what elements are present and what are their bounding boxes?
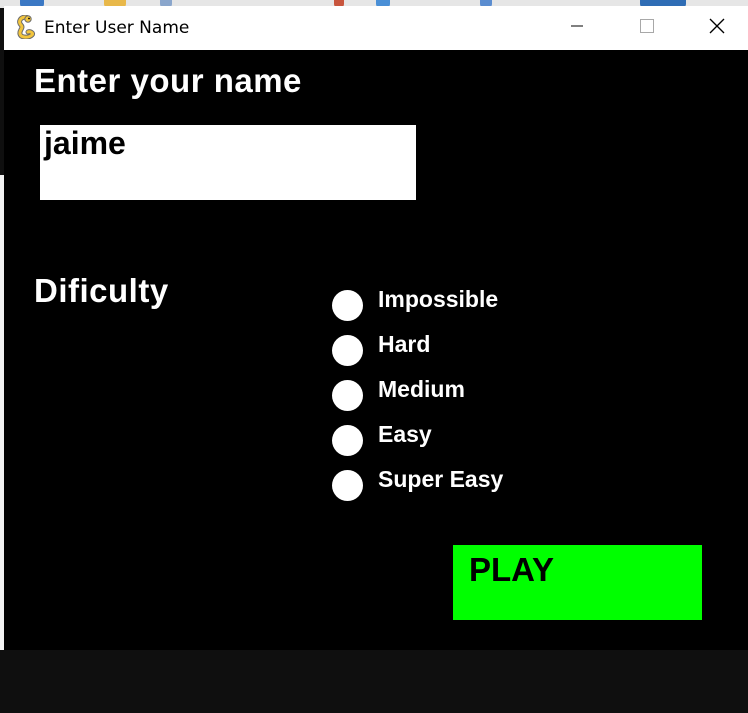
title-bar[interactable]: Enter User Name — [4, 6, 748, 50]
name-heading: Enter your name — [34, 62, 302, 99]
radio-button[interactable] — [332, 470, 363, 501]
maximize-icon — [640, 18, 654, 38]
close-button[interactable] — [694, 6, 740, 50]
close-icon — [709, 18, 725, 39]
radio-button[interactable] — [332, 335, 363, 366]
play-button[interactable]: PLAY — [453, 545, 702, 620]
app-window: Enter User Name Enter your name jaime Di — [4, 6, 748, 650]
minimize-icon — [571, 19, 583, 37]
option-label: Impossible — [378, 286, 499, 312]
window-title: Enter User Name — [44, 18, 190, 38]
option-label: Hard — [378, 331, 431, 357]
desktop: Enter User Name Enter your name jaime Di — [0, 0, 748, 713]
option-label: Super Easy — [378, 466, 504, 492]
name-input[interactable]: jaime — [40, 125, 416, 200]
pygame-snake-icon — [15, 14, 37, 40]
maximize-button[interactable] — [624, 6, 670, 50]
option-label: Medium — [378, 376, 465, 402]
radio-button[interactable] — [332, 290, 363, 321]
difficulty-heading: Dificulty — [34, 272, 169, 309]
minimize-button[interactable] — [554, 6, 600, 50]
radio-button[interactable] — [332, 425, 363, 456]
game-canvas: Enter your name jaime Dificulty Impossib… — [4, 50, 748, 650]
option-label: Easy — [378, 421, 432, 447]
radio-button[interactable] — [332, 380, 363, 411]
